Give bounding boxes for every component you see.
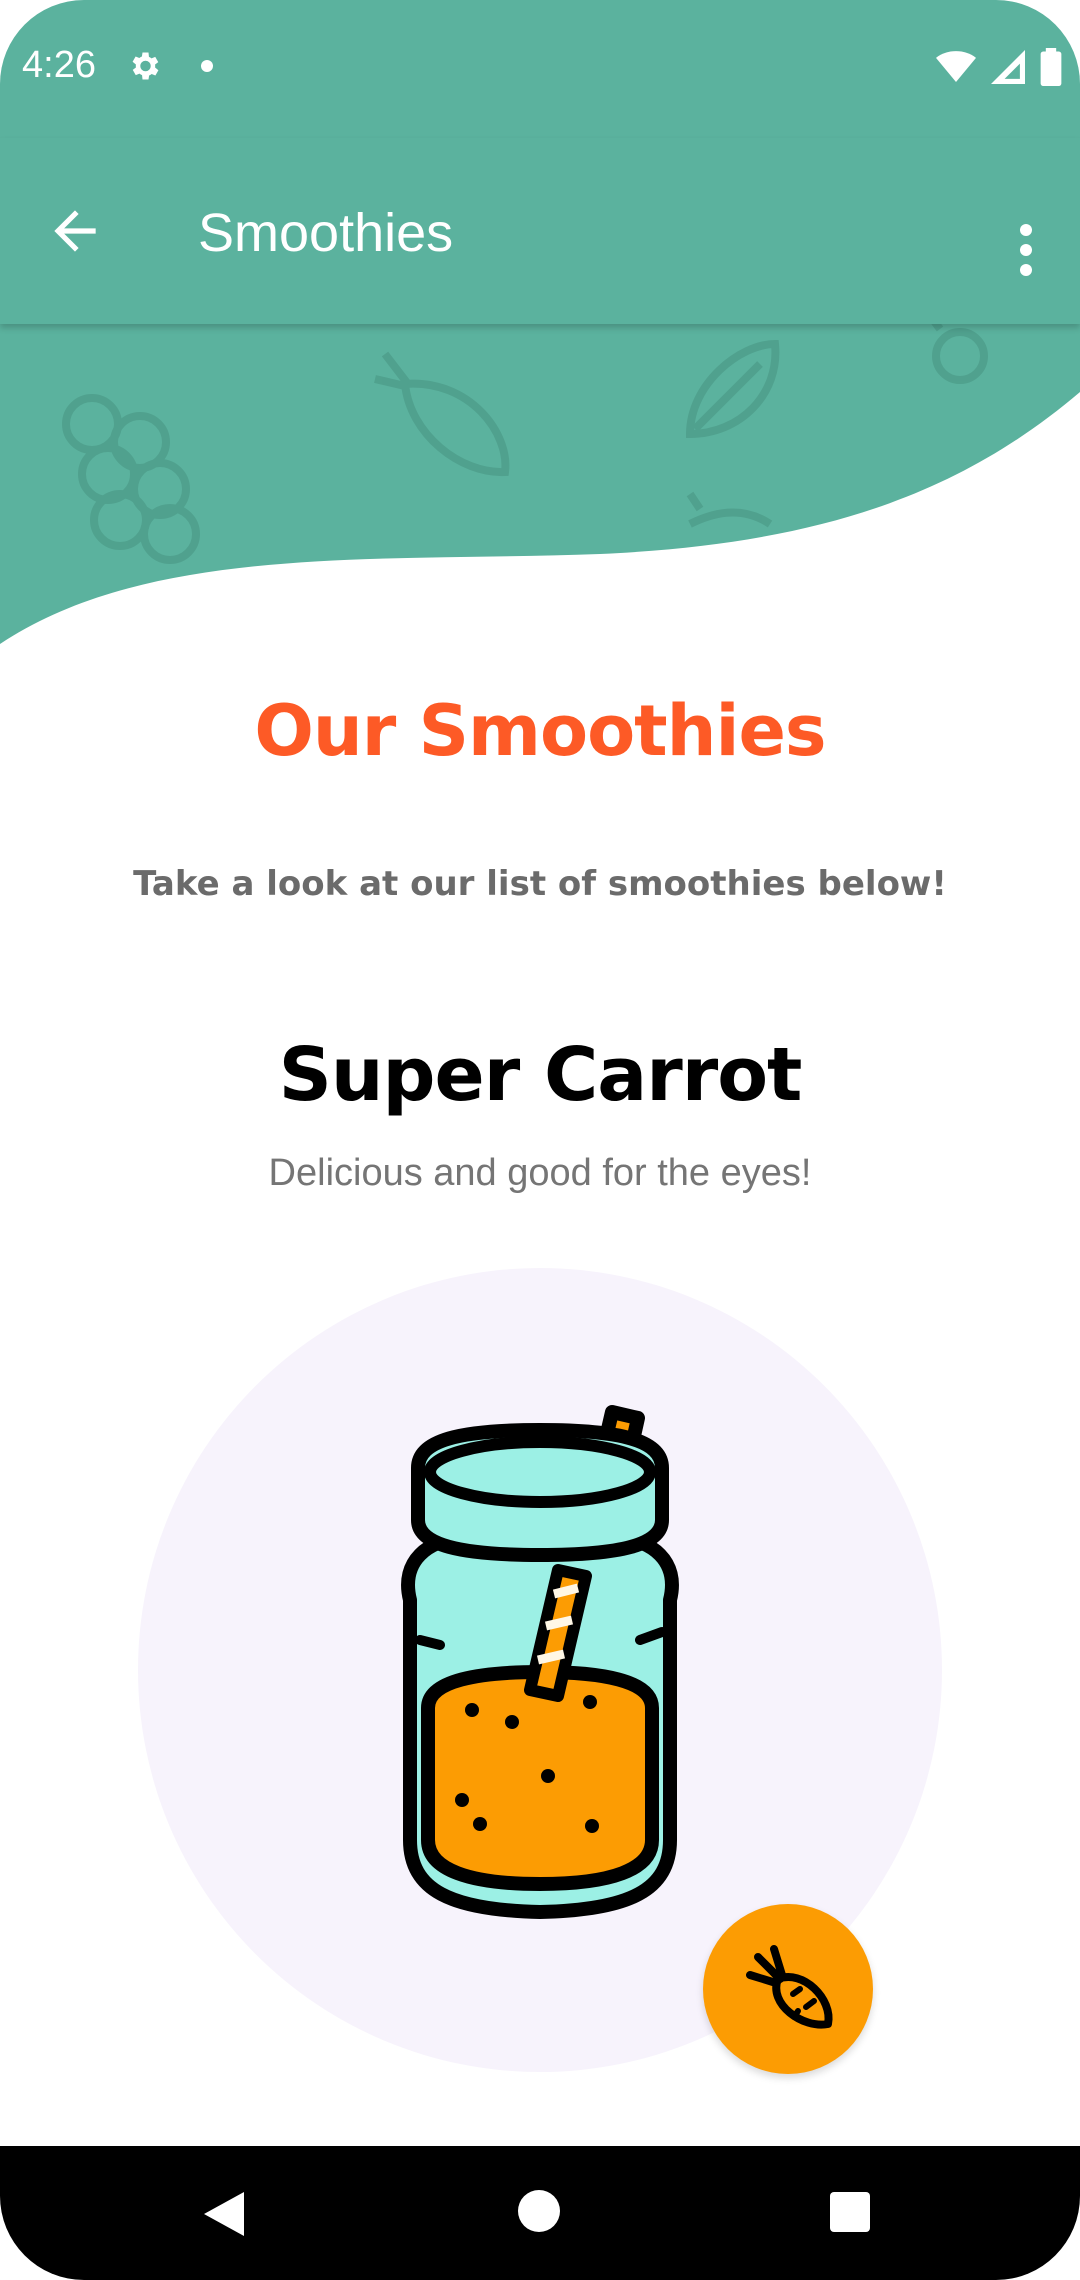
notification-dot-icon [201, 60, 213, 72]
cell-signal-icon [990, 50, 1026, 88]
nav-home-icon[interactable] [518, 2190, 560, 2232]
status-icons [936, 48, 1062, 90]
arrow-left-icon[interactable] [44, 200, 106, 262]
gear-icon [126, 48, 162, 88]
system-nav-bar [0, 2146, 1080, 2280]
app-bar-title: Smoothies [198, 203, 454, 263]
status-bar: 4:26 [0, 0, 1080, 138]
carrot-fab-button[interactable] [703, 1904, 873, 2074]
battery-icon [1040, 48, 1062, 90]
section-subtitle: Take a look at our list of smoothies bel… [133, 864, 947, 904]
smoothie-jar-icon [401, 1405, 679, 1919]
nav-recents-icon[interactable] [830, 2192, 870, 2232]
wifi-icon [936, 50, 976, 88]
status-time: 4:26 [22, 44, 96, 86]
nav-back-icon[interactable] [204, 2192, 244, 2236]
section-title: Our Smoothies [254, 690, 826, 772]
more-vertical-icon[interactable] [1008, 220, 1044, 280]
phone-screen: 4:26 Smoothies Our Smoothies Take a look… [0, 0, 1080, 2280]
app-bar: Smoothies [0, 138, 1080, 324]
smoothie-description: Delicious and good for the eyes! [268, 1152, 812, 1194]
hero-wave-banner [0, 324, 1080, 644]
carrot-icon [746, 1945, 833, 2029]
smoothie-name: Super Carrot [278, 1032, 803, 1118]
